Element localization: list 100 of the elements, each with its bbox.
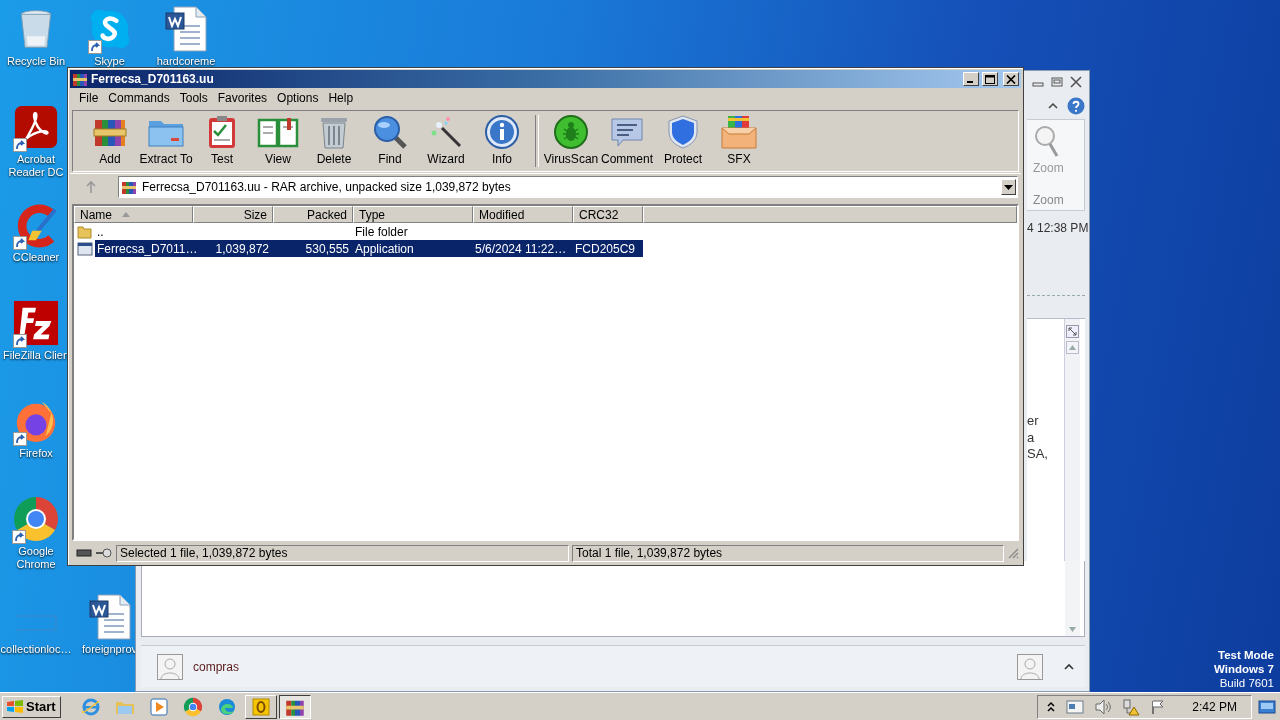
avatar-icon (1017, 653, 1043, 680)
toolbar-button[interactable]: VirusScan (543, 111, 599, 171)
file-row[interactable]: .. File folder (95, 223, 643, 240)
shield-icon (665, 114, 701, 150)
toolbar-button[interactable]: View (250, 111, 306, 171)
message-text: SA, (1027, 446, 1049, 463)
app-icon[interactable] (12, 495, 60, 543)
up-arrow-icon (85, 180, 97, 194)
toolbar-button[interactable]: Comment (599, 111, 655, 171)
close-button[interactable] (1069, 76, 1083, 88)
show-hidden-icons-button[interactable] (1046, 700, 1057, 713)
shortcut-arrow-icon (87, 40, 102, 54)
archive-app-icon (72, 71, 88, 87)
menu-item[interactable]: File (74, 91, 104, 105)
desktop-icon-label: CCleaner (11, 251, 61, 264)
menu-item[interactable]: Tools (174, 91, 213, 105)
resize-grip-icon[interactable] (1007, 547, 1019, 559)
browser-icon (80, 696, 101, 717)
browser-icon (182, 696, 203, 717)
desktop-icon-label: collectionloc… (0, 643, 72, 656)
desktop-icon-label: Firefox (18, 447, 54, 460)
magnifier-icon (1033, 124, 1059, 158)
document-icon[interactable] (164, 5, 208, 53)
key-icon (95, 548, 113, 558)
desktop-icon-label: Skype (93, 55, 126, 68)
box-icon (719, 114, 759, 150)
mail-app-icon (250, 696, 271, 717)
contact-name[interactable]: compras (193, 659, 239, 674)
toolbar-button[interactable]: Extract To (138, 111, 194, 171)
expand-icon[interactable] (1066, 325, 1079, 338)
column-header[interactable]: Packed (273, 206, 353, 223)
clock[interactable]: 2:42 PM (1192, 699, 1237, 714)
shortcut-arrow-icon (13, 236, 27, 250)
message-text: er (1027, 413, 1040, 430)
path-dropdown[interactable]: Ferrecsa_D701163.uu - RAR archive, unpacked size 1,039,872 bytes (118, 176, 1018, 198)
status-panel: Selected 1 file, 1,039,872 bytes (116, 544, 569, 562)
column-header[interactable]: Type (353, 206, 473, 223)
os-notice-text: Windows 7 (1214, 662, 1274, 676)
browser-icon (216, 696, 237, 717)
minimize-icon (967, 80, 973, 83)
help-icon[interactable] (1067, 97, 1085, 115)
desktop-icon-label: hardcoreme (155, 55, 217, 68)
expand-caret-icon[interactable] (1063, 661, 1075, 672)
app-icon[interactable] (13, 300, 59, 346)
toolbar-button[interactable]: SFX (711, 111, 767, 171)
archive-app-icon (121, 179, 137, 195)
column-header[interactable]: Size (193, 206, 273, 223)
column-header[interactable]: Modified (473, 206, 573, 223)
desktop-icon-label: Acrobat Reader DC (7, 153, 65, 179)
desktop-icon-label: Recycle Bin (5, 55, 67, 68)
table-cell-text: 5/6/2024 11:22… (474, 241, 568, 256)
toolbar-button[interactable]: Find (362, 111, 418, 171)
sort-arrow-icon (122, 212, 130, 217)
table-cell-text: 530,555 (304, 241, 350, 256)
toolbar-button[interactable]: Wizard (418, 111, 474, 171)
start-button[interactable]: Start (2, 695, 61, 718)
shortcut-arrow-icon (13, 432, 27, 446)
action-center-icon[interactable] (1066, 699, 1085, 714)
taskbar-app-button[interactable] (278, 694, 311, 719)
minimize-button[interactable] (963, 72, 979, 86)
app-icon[interactable] (13, 104, 59, 150)
scrollbar[interactable] (1064, 319, 1080, 561)
status-panel: Total 1 file, 1,039,872 bytes (572, 544, 1004, 562)
table-cell-text: FCD205C9 (574, 241, 637, 256)
toolbar-button[interactable]: Test (194, 111, 250, 171)
maximize-button[interactable] (982, 72, 998, 86)
table-cell-text: Application (354, 241, 415, 256)
network-warning-icon[interactable] (1122, 697, 1141, 716)
bug-icon (553, 114, 589, 150)
menu-item[interactable]: Options (272, 91, 324, 105)
menu-item[interactable]: Favorites (212, 91, 273, 105)
desktop-icon-label: Google Chrome (15, 545, 57, 571)
column-header[interactable]: Name (74, 206, 193, 223)
column-header[interactable]: CRC32 (573, 206, 643, 223)
collapse-ribbon-button[interactable] (1047, 101, 1059, 111)
restore-button[interactable] (1050, 76, 1064, 88)
maximize-icon (985, 74, 995, 84)
close-icon (1006, 74, 1016, 84)
message-text: a (1027, 429, 1036, 446)
play-icon (148, 696, 169, 717)
speaker-icon[interactable] (1094, 698, 1113, 715)
window-title: Ferrecsa_D701163.uu (91, 72, 214, 86)
os-notice-text: Test Mode (1217, 648, 1274, 662)
shortcut-arrow-icon (13, 334, 27, 348)
folder-icon (77, 223, 93, 240)
show-desktop-button[interactable] (1258, 697, 1276, 716)
table-cell-text: 1,039,872 (214, 241, 270, 256)
windows-logo-icon (6, 698, 24, 715)
toolbar-button[interactable]: Protect (655, 111, 711, 171)
toolbar-button[interactable]: Add (82, 111, 138, 171)
document-icon[interactable] (87, 593, 132, 641)
shortcut-arrow-icon (12, 530, 26, 544)
application-icon (77, 240, 93, 257)
shortcut-arrow-icon (13, 138, 27, 152)
toolbar-button[interactable]: Delete (306, 111, 362, 171)
menu-item[interactable]: Commands (103, 91, 175, 105)
toolbar-button[interactable]: Info (474, 111, 530, 171)
desktop-icon-label: foreignprov (80, 643, 138, 656)
menu-item[interactable]: Help (323, 91, 359, 105)
file-row[interactable]: Ferrecsa_D7011… 1,039,872 530,555 Application 5/6/2024 11:22… FCD205C9 (95, 240, 643, 257)
